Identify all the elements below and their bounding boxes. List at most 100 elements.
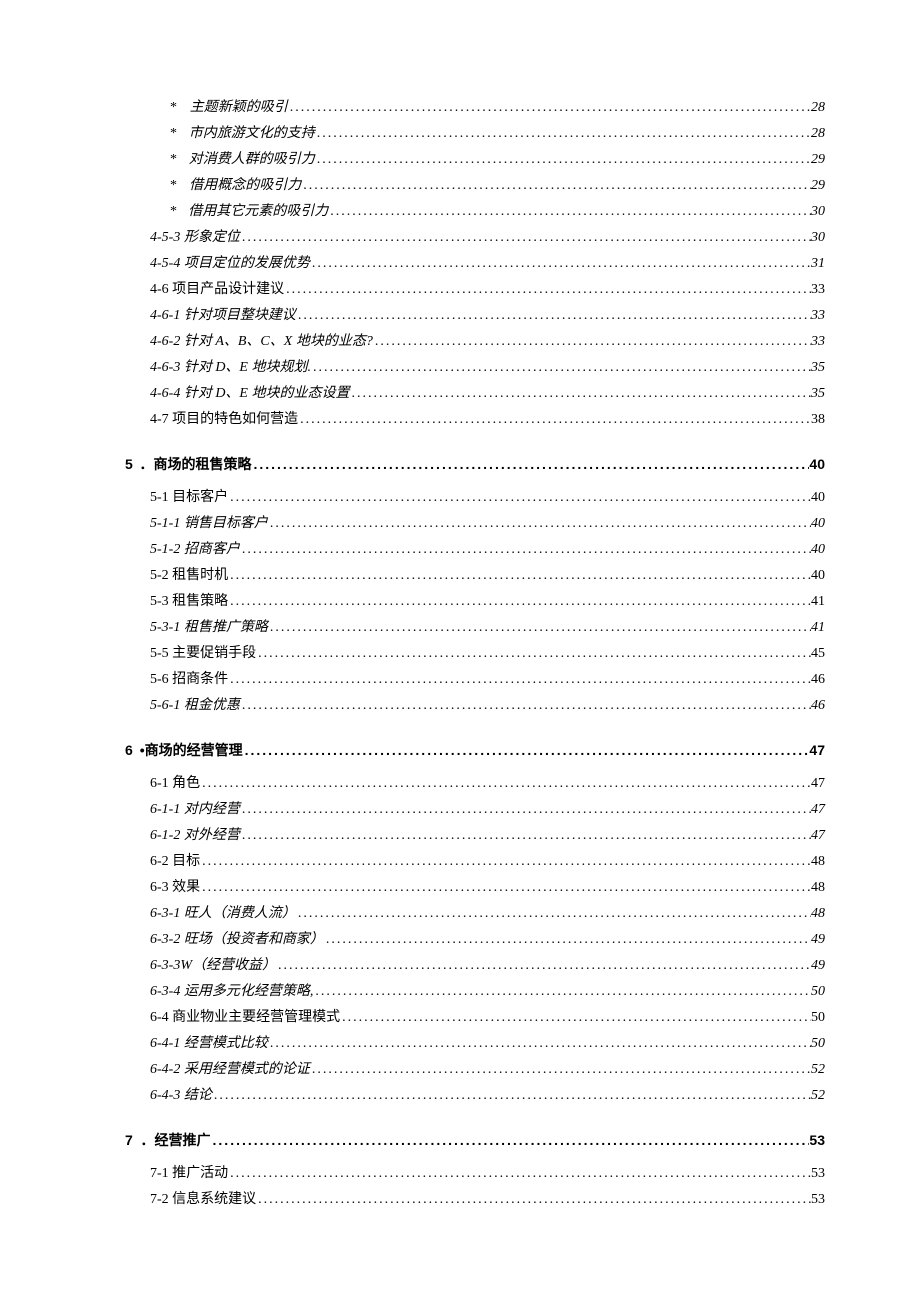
toc-label: 4-6-3 针对 D、E 地块规划. — [150, 355, 311, 381]
page-number: 50 — [811, 1005, 825, 1031]
page-number: 49 — [811, 927, 825, 953]
leader-dots — [324, 927, 811, 953]
toc-entry: 4-6-3 针对 D、E 地块规划. 35 — [95, 355, 825, 381]
toc-entry: 5-1-2 招商客户 40 — [95, 537, 825, 563]
leader-dots — [200, 875, 811, 901]
toc-entry: 4-6-4 针对 D、E 地块的业态设置 35 — [95, 381, 825, 407]
bullet-marker: * — [170, 95, 190, 121]
page-number: 40 — [811, 563, 825, 589]
leader-dots — [228, 563, 811, 589]
toc-entry: *对消费人群的吸引力29 — [95, 147, 825, 173]
toc-label: ．经营推广 — [141, 1127, 211, 1153]
page-number: 48 — [811, 875, 825, 901]
toc-entry: 5-3 租售策略 41 — [95, 589, 825, 615]
toc-label: 6-3-1 旺人（消费人流） — [150, 901, 296, 927]
page-number: 28 — [811, 95, 825, 121]
page-number: 45 — [811, 641, 825, 667]
leader-dots — [373, 329, 811, 355]
toc-label: 借用其它元素的吸引力 — [188, 199, 328, 225]
toc-entry: 6-1-2 对外经营 47 — [95, 823, 825, 849]
toc-label: 5-1 目标客户 — [150, 485, 228, 511]
toc-entry: 4-6-1 针对项目整块建议 33 — [95, 303, 825, 329]
page-number: 46 — [811, 693, 825, 719]
page-number: 33 — [811, 303, 825, 329]
leader-dots — [268, 1031, 811, 1057]
toc-label: 4-5-4 项目定位的发展优势 — [150, 251, 310, 277]
page-number: 29 — [811, 173, 825, 199]
page-number: 47 — [811, 797, 825, 823]
toc-label: 7-1 推广活动 — [150, 1161, 228, 1187]
page-number: 53 — [811, 1161, 825, 1187]
toc-label: 6-3-3W（经营收益） — [150, 953, 276, 979]
page-number: 52 — [811, 1057, 825, 1083]
toc-label: 5-2 租售时机 — [150, 563, 228, 589]
toc-label: ．商场的租售策略 — [139, 451, 251, 477]
toc-label: 6-2 目标 — [150, 849, 200, 875]
page-number: 30 — [811, 199, 825, 225]
bullet-marker: * — [170, 121, 189, 147]
leader-dots — [256, 1187, 811, 1213]
toc-entry: 7-2 信息系统建议 53 — [95, 1187, 825, 1213]
toc-entry: *借用概念的吸引力 29 — [95, 173, 825, 199]
bullet-marker: * — [170, 173, 189, 199]
toc-entry: *借用其它元素的吸引力30 — [95, 199, 825, 225]
page-number: 41 — [811, 589, 825, 615]
toc-entry: 4-6-2 针对 A、B、C、X 地块的业态? 33 — [95, 329, 825, 355]
page-number: 52 — [811, 1083, 825, 1109]
page-number: 35 — [811, 355, 825, 381]
leader-dots — [211, 1127, 810, 1153]
toc-entry: 5-6-1 租金优惠 46 — [95, 693, 825, 719]
table-of-contents: *主题新颖的吸引28*市内旅游文化的支持28*对消费人群的吸引力29*借用概念的… — [95, 95, 825, 1213]
chapter-number: 6 — [125, 737, 140, 763]
leader-dots — [228, 589, 811, 615]
toc-label: 6-4-1 经营模式比较 — [150, 1031, 268, 1057]
toc-entry: 6-3-1 旺人（消费人流） 48 — [95, 901, 825, 927]
page-number: 47 — [811, 771, 825, 797]
page-number: 50 — [811, 979, 825, 1005]
leader-dots — [276, 953, 811, 979]
toc-label: 5-3-1 租售推广策略 — [150, 615, 268, 641]
toc-entry: 6-1-1 对内经营 47 — [95, 797, 825, 823]
page-number: 41 — [811, 615, 825, 641]
toc-entry: 6-4-3 结论 52 — [95, 1083, 825, 1109]
toc-label: •商场的经营管理 — [140, 737, 243, 763]
toc-label: 对消费人群的吸引力 — [189, 147, 315, 173]
toc-label: 5-6 招商条件 — [150, 667, 228, 693]
toc-entry: 5．商场的租售策略40 — [95, 451, 825, 477]
leader-dots — [313, 979, 811, 1005]
toc-entry: 5-6 招商条件 46 — [95, 667, 825, 693]
page-number: 48 — [811, 901, 825, 927]
toc-label: 借用概念的吸引力 — [189, 173, 301, 199]
leader-dots — [328, 199, 811, 225]
leader-dots — [311, 355, 811, 381]
page-number: 40 — [809, 451, 825, 477]
toc-entry: 5-2 租售时机 40 — [95, 563, 825, 589]
leader-dots — [228, 667, 811, 693]
toc-label: 4-6-4 针对 D、E 地块的业态设置 — [150, 381, 350, 407]
toc-entry: 5-5 主要促销手段 45 — [95, 641, 825, 667]
leader-dots — [251, 451, 809, 477]
leader-dots — [212, 1083, 811, 1109]
toc-label: 6-1-2 对外经营 — [150, 823, 240, 849]
leader-dots — [228, 1161, 811, 1187]
toc-label: 6-1 角色 — [150, 771, 200, 797]
page-number: 49 — [811, 953, 825, 979]
leader-dots — [301, 173, 811, 199]
page-number: 53 — [811, 1187, 825, 1213]
toc-entry: 5-3-1 租售推广策略 41 — [95, 615, 825, 641]
leader-dots — [200, 849, 811, 875]
toc-label: 6-4-2 采用经营模式的论证 — [150, 1057, 310, 1083]
page-number: 47 — [809, 737, 825, 763]
page-number: 29 — [811, 147, 825, 173]
toc-label: 4-6-1 针对项目整块建议 — [150, 303, 296, 329]
page-number: 33 — [811, 329, 825, 355]
toc-entry: 7-1 推广活动 53 — [95, 1161, 825, 1187]
toc-entry: 6-3-3W（经营收益） 49 — [95, 953, 825, 979]
toc-label: 4-6 项目产品设计建议 — [150, 277, 284, 303]
toc-entry: 6-1 角色 47 — [95, 771, 825, 797]
leader-dots — [240, 693, 811, 719]
toc-entry: 6-3-4 运用多元化经营策略, 50 — [95, 979, 825, 1005]
page-number: 40 — [811, 537, 825, 563]
toc-entry: 4-5-4 项目定位的发展优势 31 — [95, 251, 825, 277]
toc-label: 6-3-2 旺场（投资者和商家） — [150, 927, 324, 953]
